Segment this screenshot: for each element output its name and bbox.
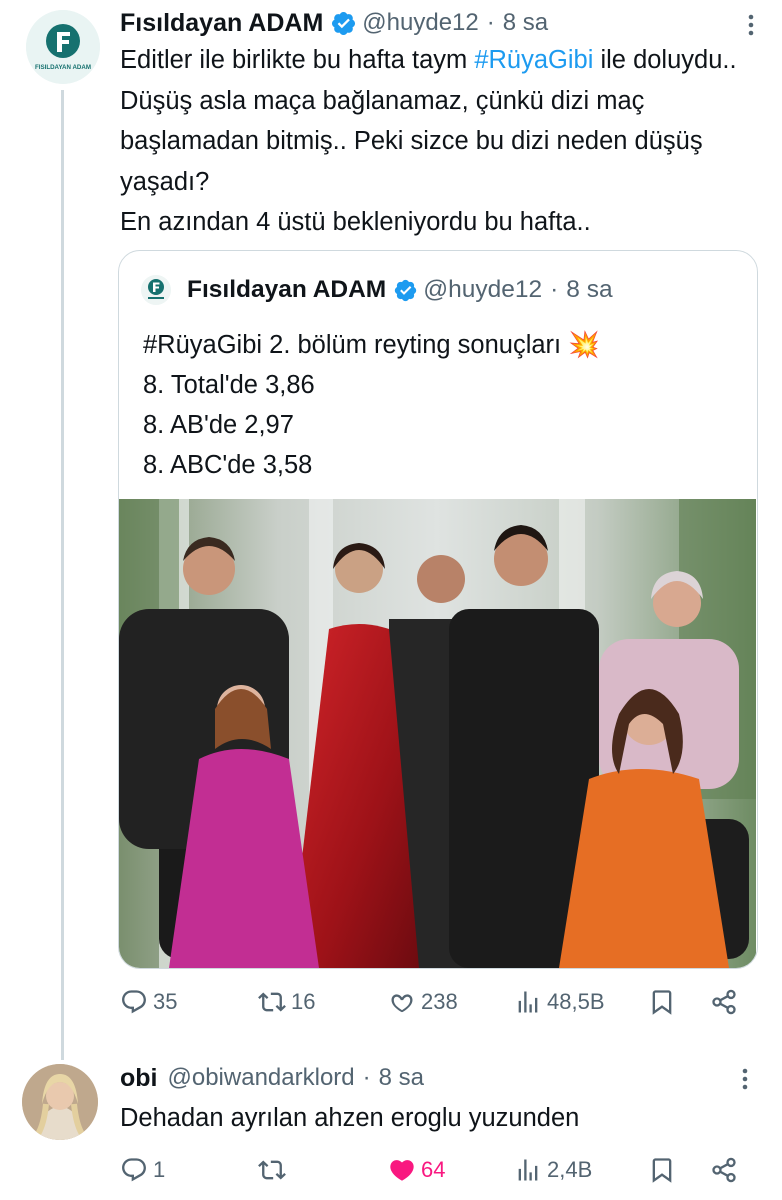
separator-dot: · [362, 1064, 371, 1091]
quoted-author-handle: @huyde12 [423, 276, 543, 303]
quoted-author-name: Fısıldayan ADAM [187, 276, 387, 303]
retweet-button[interactable]: 16 [258, 988, 315, 1016]
tweet-text: Editler ile birlikte bu hafta taym #Rüya… [120, 40, 760, 243]
views-count: 48,5B [547, 989, 605, 1014]
verified-badge-icon [332, 11, 356, 35]
bookmark-button[interactable] [648, 1156, 676, 1184]
share-button[interactable] [710, 988, 738, 1016]
bookmark-button[interactable] [648, 988, 676, 1016]
like-count: 238 [421, 989, 458, 1014]
reply-button[interactable]: 1 [120, 1156, 165, 1184]
quoted-time: 8 sa [566, 276, 613, 303]
more-vertical-icon[interactable] [748, 14, 754, 36]
reply-author-avatar[interactable] [22, 1064, 98, 1140]
like-button[interactable]: 238 [388, 988, 458, 1016]
like-icon-filled [390, 1160, 414, 1181]
avatar-logo-text: FISILDAYAN ADAM [35, 64, 91, 71]
quoted-author-avatar [141, 275, 171, 305]
cast-photo[interactable] [119, 499, 756, 968]
separator-dot: · [550, 276, 559, 303]
reply-author-handle[interactable]: @obiwandarklord [168, 1064, 355, 1092]
reply-icon [122, 990, 146, 1014]
like-icon [391, 994, 413, 1013]
share-button[interactable] [710, 1156, 738, 1184]
tweet-text-part1: Editler ile birlikte bu hafta taym [120, 46, 475, 74]
reply-text: Dehadan ayrılan ahzen eroglu yuzunden [120, 1104, 580, 1132]
reply-time[interactable]: 8 sa [379, 1064, 424, 1092]
retweet-button[interactable] [258, 1156, 291, 1184]
retweet-icon [258, 992, 286, 1012]
tweet-header: Fısıldayan ADAM @huyde12 · 8 sa [120, 6, 548, 40]
share-icon [712, 1157, 736, 1183]
like-count: 64 [421, 1157, 446, 1182]
views-count: 2,4B [547, 1157, 593, 1182]
views-button[interactable]: 48,5B [514, 988, 605, 1016]
quoted-line: #RüyaGibi 2. bölüm reyting sonuçları 💥 [143, 331, 600, 359]
reply-header: obi @obiwandarklord · 8 sa [120, 1061, 424, 1095]
quoted-line: 8. ABC'de 3,58 [143, 451, 313, 479]
author-name[interactable]: Fısıldayan ADAM [120, 9, 323, 38]
views-icon [518, 991, 538, 1013]
verified-badge-icon [395, 279, 417, 301]
reply-icon [122, 1158, 146, 1182]
reply-count: 35 [153, 989, 178, 1014]
bookmark-icon [652, 1158, 672, 1183]
quoted-line: 8. AB'de 2,97 [143, 411, 294, 439]
retweet-count: 16 [291, 989, 316, 1014]
bookmark-icon [652, 990, 672, 1015]
reply-button[interactable]: 35 [120, 988, 177, 1016]
reply-author-name[interactable]: obi [120, 1064, 158, 1093]
views-button[interactable]: 2,4B [514, 1156, 592, 1184]
quoted-header: Fısıldayan ADAM @huyde12 · 8 sa [187, 273, 613, 307]
views-icon [518, 1159, 538, 1181]
retweet-icon [258, 1160, 286, 1180]
quoted-line: 8. Total'de 3,86 [143, 371, 315, 399]
separator-dot: · [486, 9, 495, 36]
quoted-text: #RüyaGibi 2. bölüm reyting sonuçları 💥 8… [143, 325, 600, 485]
author-handle[interactable]: @huyde12 [362, 9, 478, 37]
share-icon [712, 989, 736, 1015]
author-avatar[interactable]: FISILDAYAN ADAM [26, 10, 100, 84]
like-button[interactable]: 64 [388, 1156, 445, 1184]
quoted-tweet[interactable]: Fısıldayan ADAM @huyde12 · 8 sa #RüyaGib… [118, 250, 758, 969]
more-vertical-icon[interactable] [742, 1068, 748, 1090]
tweet-text-part3: En azından 4 üstü bekleniyordu bu hafta.… [120, 208, 591, 236]
reply-count: 1 [153, 1157, 166, 1182]
thread-line [61, 90, 64, 1060]
hashtag-link[interactable]: #RüyaGibi [474, 46, 593, 74]
tweet-time[interactable]: 8 sa [503, 9, 548, 37]
